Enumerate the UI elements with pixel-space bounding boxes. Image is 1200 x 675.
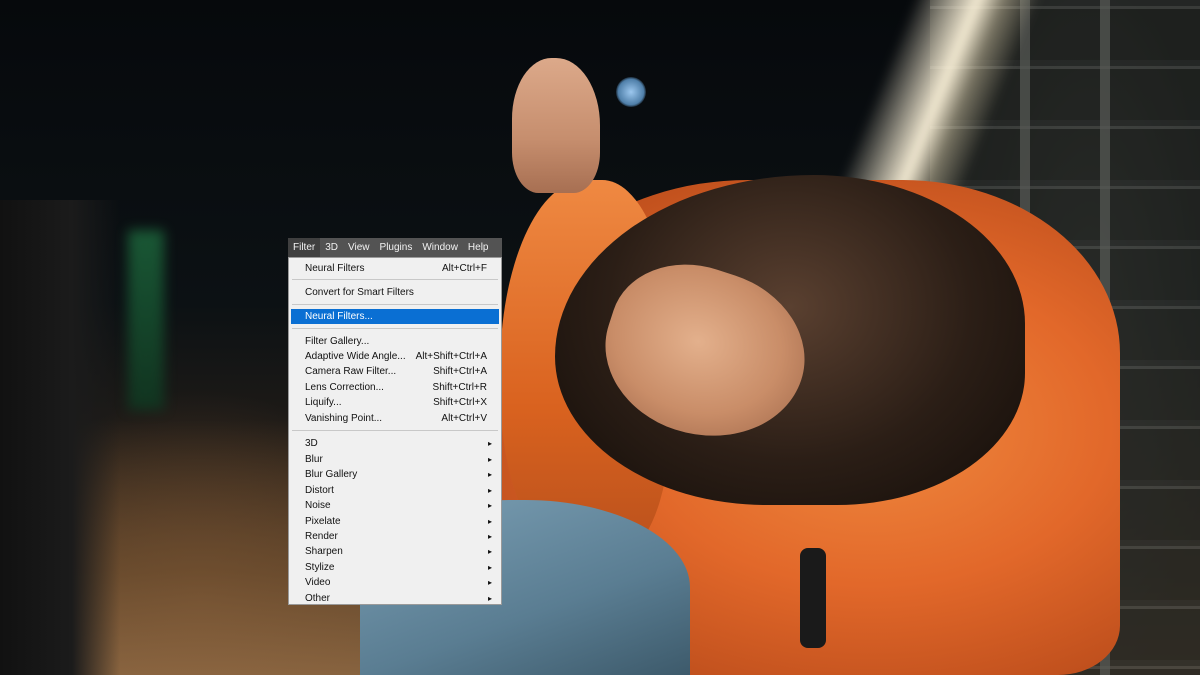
menu-item-blur[interactable]: Blur ▸ (291, 452, 499, 467)
submenu-arrow-icon: ▸ (487, 470, 492, 479)
menu-item-filter-gallery[interactable]: Filter Gallery... (291, 334, 499, 349)
menu-item-3d[interactable]: 3D ▸ (291, 436, 499, 451)
menu-item-shortcut: Shift+Ctrl+A (433, 366, 487, 377)
menu-item-render[interactable]: Render ▸ (291, 529, 499, 544)
menu-separator (292, 279, 498, 280)
menu-item-label: Distort (305, 485, 334, 496)
menu-item-blur-gallery[interactable]: Blur Gallery ▸ (291, 467, 499, 482)
menu-item-video[interactable]: Video ▸ (291, 575, 499, 590)
menu-item-label: 3D (305, 438, 318, 449)
menu-item-adaptive-wide-angle[interactable]: Adaptive Wide Angle... Alt+Shift+Ctrl+A (291, 349, 499, 364)
menu-separator (292, 328, 498, 329)
menu-item-label: Sharpen (305, 546, 343, 557)
submenu-arrow-icon: ▸ (487, 578, 492, 587)
menu-item-label: Camera Raw Filter... (305, 366, 397, 377)
menu-item-label: Other (305, 593, 331, 604)
submenu-arrow-icon: ▸ (487, 532, 492, 541)
menu-item-label: Adaptive Wide Angle... (305, 351, 406, 362)
menu-item-distort[interactable]: Distort ▸ (291, 483, 499, 498)
submenu-arrow-icon: ▸ (487, 501, 492, 510)
green-light (128, 230, 164, 410)
menu-item-shortcut: Shift+Ctrl+X (433, 397, 487, 408)
menu-item-shortcut: Alt+Ctrl+F (441, 263, 487, 274)
menu-item-label: Convert for Smart Filters (305, 287, 414, 298)
menu-separator (292, 304, 498, 305)
menu-item-label: Blur (305, 454, 323, 465)
menu-item-label: Filter Gallery... (305, 336, 370, 347)
menu-item-label: Stylize (305, 562, 335, 573)
background-photo (0, 0, 1200, 675)
menu-3d[interactable]: 3D (320, 238, 343, 257)
menu-item-label: Lens Correction... (305, 382, 384, 393)
menu-item-label: Vanishing Point... (305, 413, 383, 424)
menu-window[interactable]: Window (417, 238, 463, 257)
menu-item-label: Render (305, 531, 338, 542)
menu-item-pixelate[interactable]: Pixelate ▸ (291, 514, 499, 529)
menu-item-last-filter[interactable]: Neural Filters Alt+Ctrl+F (291, 261, 499, 276)
menu-filter[interactable]: Filter (288, 238, 321, 257)
menu-item-stylize[interactable]: Stylize ▸ (291, 560, 499, 575)
submenu-arrow-icon: ▸ (487, 486, 492, 495)
menu-item-neural-filters[interactable]: Neural Filters... (291, 309, 499, 324)
submenu-arrow-icon: ▸ (487, 439, 492, 448)
submenu-arrow-icon: ▸ (487, 455, 492, 464)
menu-separator (292, 430, 498, 431)
submenu-arrow-icon: ▸ (487, 547, 492, 556)
filter-dropdown-menu: Neural Filters Alt+Ctrl+F Convert for Sm… (288, 257, 502, 605)
zipper-tag (800, 548, 826, 648)
menu-view[interactable]: View (343, 238, 375, 257)
menu-item-other[interactable]: Other ▸ (291, 591, 499, 606)
menu-item-label: Neural Filters (305, 263, 365, 274)
submenu-arrow-icon: ▸ (487, 517, 492, 526)
menu-item-shortcut: Shift+Ctrl+R (432, 382, 487, 393)
menu-item-label: Pixelate (305, 516, 341, 527)
menu-item-sharpen[interactable]: Sharpen ▸ (291, 544, 499, 559)
menu-help[interactable]: Help (463, 238, 494, 257)
menu-item-liquify[interactable]: Liquify... Shift+Ctrl+X (291, 395, 499, 410)
menu-item-convert-smart-filters[interactable]: Convert for Smart Filters (291, 285, 499, 300)
submenu-arrow-icon: ▸ (487, 594, 492, 603)
menu-item-label: Blur Gallery (305, 469, 358, 480)
menu-item-lens-correction[interactable]: Lens Correction... Shift+Ctrl+R (291, 380, 499, 395)
menu-item-camera-raw-filter[interactable]: Camera Raw Filter... Shift+Ctrl+A (291, 364, 499, 379)
bokeh-light (616, 77, 646, 107)
submenu-arrow-icon: ▸ (487, 563, 492, 572)
menu-item-label: Noise (305, 500, 331, 511)
menu-item-label: Liquify... (305, 397, 342, 408)
menu-item-shortcut: Alt+Ctrl+V (441, 413, 487, 424)
passerby-legs (0, 200, 120, 675)
menu-plugins[interactable]: Plugins (375, 238, 418, 257)
menu-item-shortcut: Alt+Shift+Ctrl+A (415, 351, 487, 362)
menu-item-noise[interactable]: Noise ▸ (291, 498, 499, 513)
menu-item-vanishing-point[interactable]: Vanishing Point... Alt+Ctrl+V (291, 411, 499, 426)
hand (512, 58, 600, 193)
menu-bar: Filter 3D View Plugins Window Help (288, 238, 502, 257)
menu-item-label: Video (305, 577, 331, 588)
menu-item-label: Neural Filters... (305, 311, 373, 322)
